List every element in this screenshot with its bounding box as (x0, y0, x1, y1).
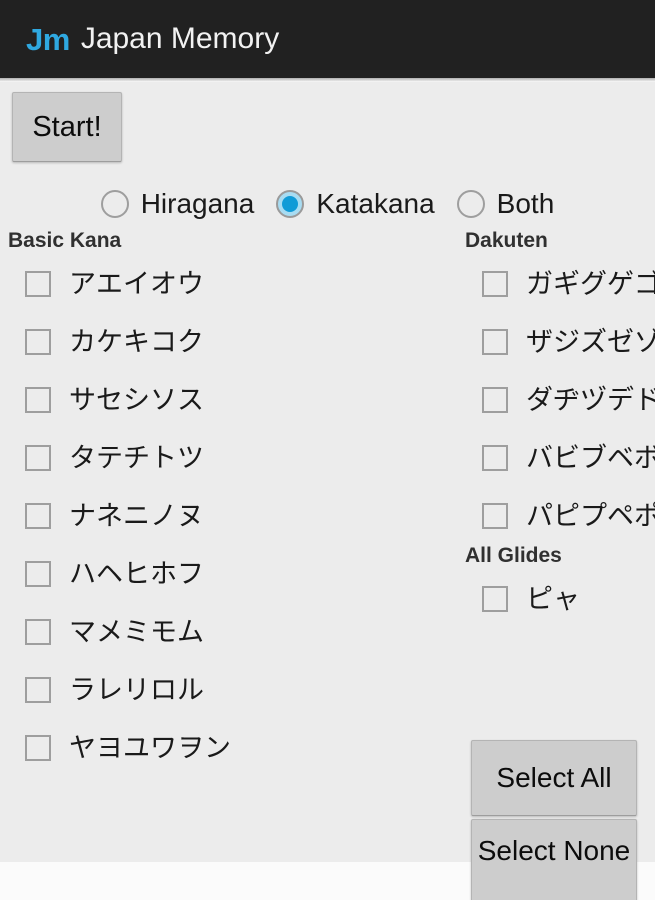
dakuten-row-label: ガギグゲゴ (526, 268, 655, 299)
script-radio-group: Hiragana Katakana Both (0, 182, 655, 226)
checkbox-icon (482, 586, 508, 612)
checkbox-icon (482, 387, 508, 413)
kana-row-sa[interactable]: サセシソス (8, 371, 448, 429)
checkbox-icon (482, 271, 508, 297)
radio-label-katakana: Katakana (316, 188, 435, 219)
dakuten-heading: Dakuten (465, 229, 548, 252)
radio-circle-filled-icon (276, 190, 305, 218)
glides-row-pya[interactable]: ピャ (465, 570, 655, 628)
dakuten-column: Dakuten ガギグゲゴ ザジズゼゾ ダヂヅデド バビブベボ パピプペポ Al… (465, 230, 655, 628)
checkbox-icon (482, 329, 508, 355)
checkbox-icon (25, 387, 51, 413)
dakuten-row-label: ダヂヅデド (526, 384, 655, 415)
radio-option-katakana[interactable]: Katakana (276, 188, 435, 220)
dakuten-row-label: ザジズゼゾ (526, 326, 655, 357)
checkbox-icon (25, 503, 51, 529)
all-glides-heading: All Glides (465, 544, 562, 567)
basic-kana-column: Basic Kana アエイオウ カケキコク サセシソス タテチトツ ナネニノヌ… (8, 230, 448, 777)
kana-row-label: ハヘヒホフ (69, 558, 204, 589)
kana-row-ha[interactable]: ハヘヒホフ (8, 545, 448, 603)
select-none-button[interactable]: Select None (471, 819, 637, 900)
kana-row-label: ナネニノヌ (69, 500, 204, 531)
radio-option-hiragana[interactable]: Hiragana (100, 188, 255, 220)
app-logo-icon: Jm (26, 21, 70, 57)
dakuten-row-za[interactable]: ザジズゼゾ (465, 313, 655, 371)
checkbox-icon (25, 619, 51, 645)
glides-row-label: ピャ (526, 583, 580, 614)
checkbox-icon (25, 677, 51, 703)
kana-row-na[interactable]: ナネニノヌ (8, 487, 448, 545)
radio-circle-icon (100, 190, 129, 218)
checkbox-icon (25, 271, 51, 297)
kana-row-ma[interactable]: マメミモム (8, 603, 448, 661)
content-surface: Start! Hiragana Katakana Both Basic Kana (0, 82, 655, 900)
kana-row-ra[interactable]: ラレリロル (8, 661, 448, 719)
kana-row-label: アエイオウ (69, 268, 204, 299)
radio-option-both[interactable]: Both (456, 188, 555, 220)
checkbox-icon (25, 735, 51, 761)
basic-kana-heading: Basic Kana (8, 229, 122, 252)
page-title: Japan Memory (80, 22, 280, 55)
kana-row-ya[interactable]: ヤヨユワヲン (8, 719, 448, 777)
radio-label-both: Both (496, 188, 555, 219)
checkbox-icon (482, 503, 508, 529)
checkbox-icon (25, 445, 51, 471)
action-bar: Jm Japan Memory (0, 0, 655, 82)
kana-row-a[interactable]: アエイオウ (8, 255, 448, 313)
dakuten-row-label: バビブベボ (526, 442, 655, 473)
kana-row-ta[interactable]: タテチトツ (8, 429, 448, 487)
checkbox-icon (25, 329, 51, 355)
kana-row-label: カケキコク (69, 326, 204, 357)
kana-row-label: ヤヨユワヲン (69, 732, 231, 763)
app-root: Jm Japan Memory Start! Hiragana Katakana… (0, 0, 655, 900)
checkbox-icon (482, 445, 508, 471)
dakuten-row-ga[interactable]: ガギグゲゴ (465, 255, 655, 313)
kana-row-label: タテチトツ (69, 442, 204, 473)
kana-row-label: サセシソス (69, 384, 204, 415)
start-button[interactable]: Start! (12, 92, 122, 162)
radio-label-hiragana: Hiragana (140, 188, 255, 219)
checkbox-icon (25, 561, 51, 587)
kana-row-ka[interactable]: カケキコク (8, 313, 448, 371)
radio-circle-icon (456, 190, 485, 218)
kana-row-label: マメミモム (69, 616, 204, 647)
dakuten-row-ba[interactable]: バビブベボ (465, 429, 655, 487)
select-all-button[interactable]: Select All (471, 740, 637, 816)
dakuten-row-pa[interactable]: パピプペポ (465, 487, 655, 545)
dakuten-row-da[interactable]: ダヂヅデド (465, 371, 655, 429)
kana-row-label: ラレリロル (69, 674, 204, 705)
dakuten-row-label: パピプペポ (526, 500, 655, 531)
